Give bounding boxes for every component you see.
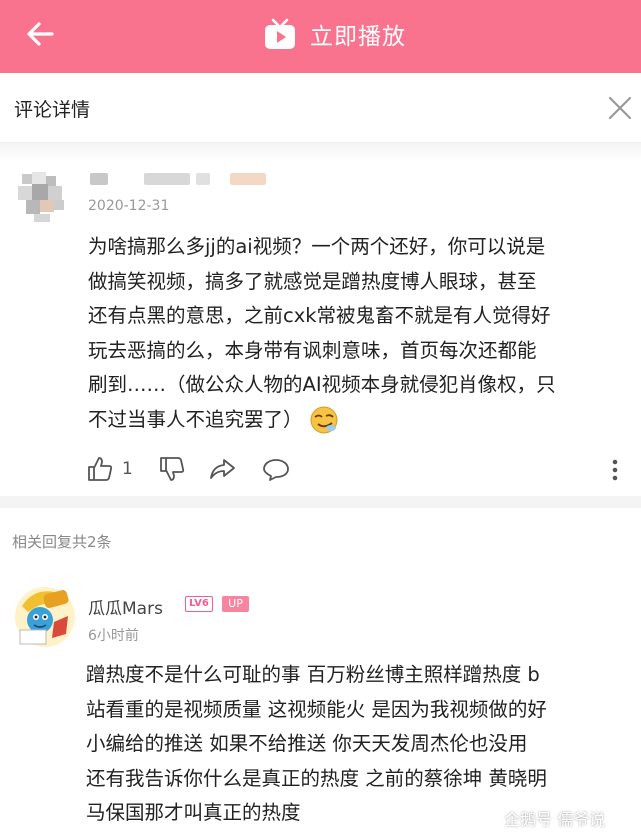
- play-now-label: 立即播放: [310, 24, 406, 50]
- dislike-button[interactable]: [158, 454, 186, 484]
- comment-text: 为啥搞那么多jj的ai视频？一个两个还好，你可以说是 做搞笑视频，搞多了就感觉是…: [88, 230, 633, 437]
- reply-line: 站看重的是视频质量 这视频能火 是因为我视频做的好: [86, 697, 547, 721]
- comment-line: 做搞笑视频，搞多了就感觉是蹭热度博人眼球，甚至: [88, 269, 537, 293]
- level-badge: LV6: [185, 596, 213, 612]
- smirk-emoji-icon: [310, 406, 338, 434]
- comment-date: 2020-12-31: [88, 198, 170, 214]
- reply-line: 还有我告诉你什么是真正的热度 之前的蔡徐坤 黄晓明: [86, 766, 547, 790]
- reply-username[interactable]: 瓜瓜Mars: [88, 594, 163, 619]
- penguin-logo-icon: [479, 809, 495, 829]
- comment-line: 还有点黑的意思，之前cxk常被鬼畜不就是有人觉得好: [88, 304, 551, 327]
- like-count: 1: [122, 459, 133, 479]
- comment-line: 为啥搞那么多jj的ai视频？一个两个还好，你可以说是: [88, 235, 546, 258]
- blurred-username-part: [144, 173, 190, 185]
- page-title: 评论详情: [14, 99, 91, 121]
- more-options-icon[interactable]: [603, 458, 627, 482]
- comment-bubble-icon: [263, 459, 289, 481]
- up-badge: UP: [222, 596, 249, 612]
- thumbs-down-icon: [160, 457, 185, 481]
- comment-line: 玩去恶搞的么，本身带有讽刺意味，首页每次还都能: [88, 338, 537, 362]
- section-divider: [0, 496, 641, 508]
- share-button[interactable]: [208, 454, 236, 484]
- like-button[interactable]: 1: [86, 454, 133, 484]
- blurred-username: [90, 173, 108, 185]
- back-arrow-icon[interactable]: [22, 16, 58, 52]
- reply-line: 蹭热度不是什么可耻的事 百万粉丝博主照样蹭热度 b: [86, 663, 540, 686]
- related-replies-count: 相关回复共2条: [12, 533, 112, 551]
- comment-line: 不过当事人不追究罢了）: [88, 403, 633, 438]
- reply-time: 6小时前: [88, 628, 139, 644]
- blurred-username-part: [196, 173, 210, 185]
- avatar[interactable]: [16, 170, 70, 224]
- watermark-text: 企鹅号 儒爷说: [504, 810, 606, 829]
- blurred-username-part: [230, 173, 266, 185]
- header-shadow: [0, 143, 641, 161]
- share-icon: [210, 459, 235, 479]
- reply-button[interactable]: [262, 454, 290, 484]
- avatar[interactable]: [14, 586, 76, 648]
- close-icon[interactable]: [605, 93, 635, 123]
- tv-play-icon: [265, 18, 295, 49]
- thumbs-up-icon: [88, 457, 113, 481]
- comment-line: 刷到……（做公众人物的AI视频本身就侵犯肖像权，只: [88, 373, 556, 396]
- comment-line-text: 不过当事人不追究罢了）: [88, 407, 303, 431]
- play-now-button[interactable]: 立即播放: [262, 14, 406, 54]
- watermark: 企鹅号 儒爷说: [476, 805, 605, 831]
- comment-detail-header: 评论详情: [0, 73, 641, 143]
- top-bar: 立即播放: [0, 0, 641, 73]
- reply-line: 小编给的推送 如果不给推送 你天天发周杰伦也没用: [86, 732, 528, 755]
